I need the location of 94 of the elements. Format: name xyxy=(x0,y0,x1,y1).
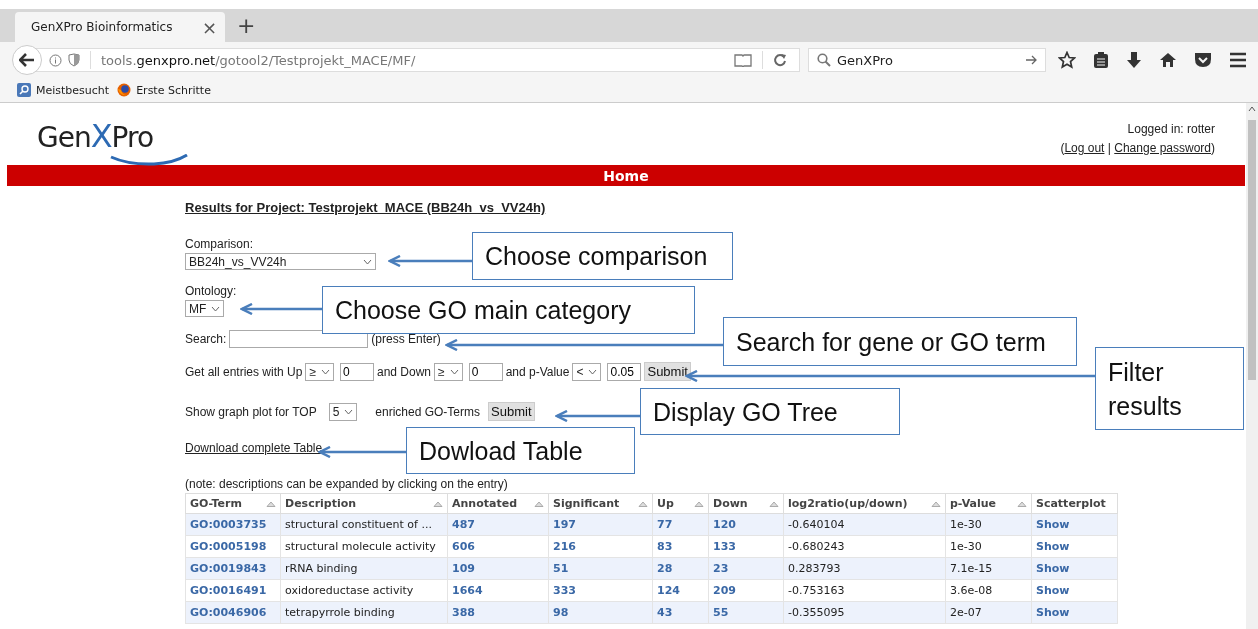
sort-icon[interactable] xyxy=(534,501,544,507)
scroll-up-icon[interactable] xyxy=(1248,106,1256,112)
note-text: (note: descriptions can be expanded by clicking on the entry) xyxy=(185,477,509,491)
sort-icon[interactable] xyxy=(638,501,648,507)
table-cell: -0.753163 xyxy=(783,579,946,602)
field-label: enriched GO-Terms xyxy=(375,404,481,419)
callout-box: Display GO Tree xyxy=(640,388,900,435)
table-cell[interactable]: GO:0046906 xyxy=(185,601,281,624)
home-link[interactable]: Home xyxy=(603,167,649,184)
operator-dropdown[interactable]: ≥ xyxy=(305,362,334,381)
table-cell[interactable]: GO:0003735 xyxy=(185,513,281,536)
browser-tab[interactable]: GenXPro Bioinformatics × xyxy=(15,12,225,42)
hint-text: (press Enter) xyxy=(371,332,441,346)
parenthesis: ( xyxy=(1060,141,1065,155)
field-label: and p-Value xyxy=(505,364,570,379)
table-cell: oxidoreductase activity xyxy=(280,579,448,602)
chevron-icon xyxy=(588,368,598,375)
reload-icon[interactable] xyxy=(773,53,787,67)
field-label: Show graph plot for TOP xyxy=(185,404,317,419)
download-icon[interactable] xyxy=(1126,51,1142,69)
callout-box: Choose comparison xyxy=(472,232,733,280)
field-label: Get all entries with Up xyxy=(185,364,303,379)
change-password-link[interactable]: Change password xyxy=(1114,141,1211,155)
table-cell: -0.680243 xyxy=(783,535,946,558)
callout-box: Choose GO main category xyxy=(322,286,695,334)
menu-icon[interactable] xyxy=(1229,52,1247,68)
sort-icon[interactable] xyxy=(931,501,941,507)
column-header[interactable]: Up xyxy=(657,497,674,510)
operator-dropdown[interactable]: < xyxy=(572,362,602,381)
callout-box: Dowload Table xyxy=(406,427,635,474)
back-button[interactable] xyxy=(12,45,42,75)
bookmark-item[interactable]: Erste Schritte xyxy=(117,83,211,97)
submit-button[interactable]: Submit xyxy=(488,402,535,421)
search-input[interactable] xyxy=(229,330,369,348)
field-label: Search: xyxy=(185,332,227,346)
scrollbar-thumb[interactable] xyxy=(1248,120,1256,380)
globe-icon xyxy=(117,83,132,97)
logout-link[interactable]: Log out xyxy=(1064,141,1105,155)
field-label: and Down xyxy=(377,364,432,379)
separator: | xyxy=(1107,141,1111,155)
top-dropdown[interactable]: 5 xyxy=(328,402,358,421)
shield-icon[interactable] xyxy=(68,53,80,67)
table-cell[interactable]: GO:0016491 xyxy=(185,579,281,602)
ontology-dropdown[interactable]: MF xyxy=(185,300,225,317)
sort-icon[interactable] xyxy=(694,501,704,507)
table-cell: 0.283793 xyxy=(783,557,946,580)
comparison-dropdown[interactable]: BB24h_vs_VV24h xyxy=(185,253,376,270)
sort-icon[interactable] xyxy=(433,501,443,507)
callout-box: Search for gene or GO term xyxy=(723,317,1077,366)
table-cell[interactable]: GO:0019843 xyxy=(185,557,281,580)
page-title: Results for Project: Testprojekt_MACE (BB24h_vs_VV24h) xyxy=(185,200,547,215)
arrow-icon[interactable] xyxy=(1025,55,1037,65)
search-page-icon xyxy=(17,83,31,97)
pocket-icon[interactable] xyxy=(1194,52,1212,68)
chevron-icon xyxy=(211,305,221,312)
search-icon xyxy=(817,53,831,67)
sort-icon[interactable] xyxy=(1017,501,1027,507)
table-cell: -0.640104 xyxy=(783,513,946,536)
table-cell: rRNA binding xyxy=(280,557,448,580)
sort-icon[interactable] xyxy=(769,501,779,507)
bookmark-item[interactable]: Meistbesucht xyxy=(17,83,110,97)
download-link[interactable]: Download complete Table xyxy=(185,441,323,455)
chevron-icon xyxy=(321,368,330,375)
login-status: Logged in: rotter xyxy=(1127,122,1215,136)
callout-box: Filter results xyxy=(1095,347,1244,430)
p-value-input[interactable]: 0.05 xyxy=(607,362,642,381)
swoosh-icon xyxy=(109,154,189,166)
reader-view-icon[interactable] xyxy=(734,53,752,67)
parenthesis: ) xyxy=(1211,141,1215,155)
logo-text: GenXPro xyxy=(37,120,153,154)
star-icon[interactable] xyxy=(1058,51,1076,69)
home-icon[interactable] xyxy=(1159,52,1177,68)
back-arrow-icon xyxy=(19,53,35,67)
chevron-icon xyxy=(449,368,459,375)
field-label: Comparison: xyxy=(185,237,255,251)
sort-icon[interactable] xyxy=(266,501,276,507)
up-input[interactable]: 0 xyxy=(340,362,374,381)
chevron-icon xyxy=(344,408,354,415)
info-icon[interactable] xyxy=(49,53,62,67)
submit-button[interactable]: Submit xyxy=(644,362,691,381)
new-tab-button[interactable]: + xyxy=(237,13,256,38)
search-field[interactable]: GenXPro xyxy=(808,48,1046,72)
scrollbar[interactable] xyxy=(1246,103,1258,629)
table-cell: structural constituent of ... xyxy=(280,513,448,536)
table-cell: structural molecule activity xyxy=(280,535,448,558)
field-label: Ontology: xyxy=(185,284,238,298)
close-tab-button[interactable]: × xyxy=(201,16,217,38)
table-cell: tetrapyrrole binding xyxy=(280,601,448,624)
chevron-icon xyxy=(363,258,372,265)
operator-dropdown[interactable]: ≥ xyxy=(434,362,463,381)
table-cell[interactable]: GO:0005198 xyxy=(185,535,281,558)
clipboard-icon[interactable] xyxy=(1093,51,1109,69)
table-cell: -0.355095 xyxy=(783,601,946,624)
down-input[interactable]: 0 xyxy=(468,362,503,381)
